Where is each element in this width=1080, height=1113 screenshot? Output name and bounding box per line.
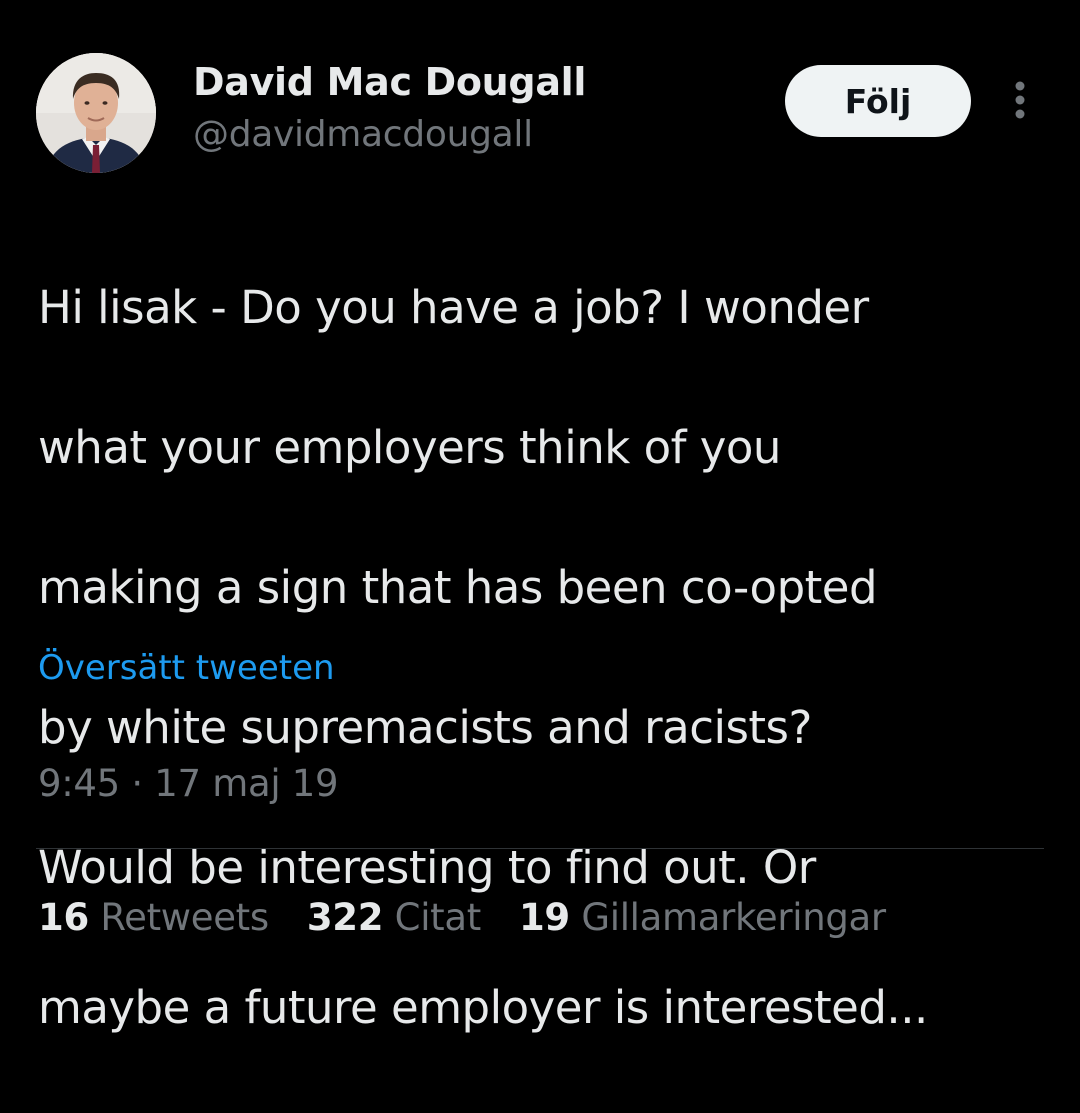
display-name[interactable]: David Mac Dougall [193, 60, 586, 104]
translate-tweet-link[interactable]: Översätt tweeten [38, 648, 335, 688]
quotes-stat[interactable]: 322 Citat [307, 896, 481, 939]
more-vertical-icon[interactable] [1002, 80, 1038, 120]
tweet-detail: David Mac Dougall @davidmacdougall Följ … [0, 0, 1080, 1034]
tweet-text-line: Hi lisak - Do you have a job? I wonder [38, 281, 869, 334]
user-handle[interactable]: @davidmacdougall [193, 114, 533, 155]
divider [36, 848, 1044, 849]
quotes-count: 322 [306, 896, 384, 939]
tweet-text-line: by white supremacists and racists? [38, 701, 812, 754]
retweets-label: Retweets [100, 896, 269, 939]
retweets-count: 16 [38, 896, 89, 939]
quotes-label: Citat [394, 896, 482, 939]
retweets-stat[interactable]: 16 Retweets [38, 896, 269, 939]
follow-button[interactable]: Följ [785, 65, 971, 137]
tweet-text-line: what your employers think of you [38, 421, 781, 474]
tweet-text-line: Would be interesting to find out. Or [38, 841, 816, 894]
avatar[interactable] [36, 53, 156, 173]
likes-label: Gillamarkeringar [581, 896, 886, 939]
tweet-text-line: making a sign that has been co-opted [38, 561, 878, 614]
likes-count: 19 [518, 896, 570, 939]
likes-stat[interactable]: 19 Gillamarkeringar [519, 896, 886, 939]
tweet-timestamp[interactable]: 9:45 · 17 maj 19 [38, 762, 339, 805]
tweet-text-line: maybe a future employer is interested... [38, 981, 928, 1034]
engagement-stats: 16 Retweets 322 Citat 19 Gillamarkeringa… [38, 896, 924, 939]
profile-photo-icon [36, 53, 156, 173]
